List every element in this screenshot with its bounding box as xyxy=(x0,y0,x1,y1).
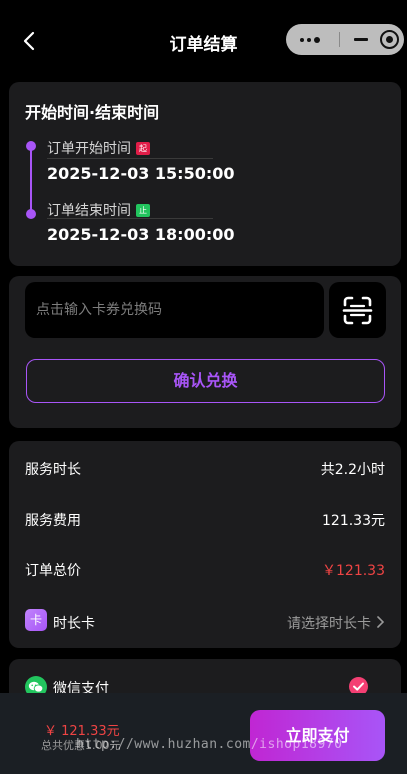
mini-program-capsule xyxy=(286,24,404,55)
start-divider xyxy=(47,158,213,159)
end-tag-badge: 止 xyxy=(136,204,150,217)
capsule-divider xyxy=(339,32,340,47)
timeline-start-dot xyxy=(26,141,36,151)
duration-label: 服务时长 xyxy=(25,462,81,478)
coupon-card: 点击输入卡券兑换码 确认兑换 xyxy=(9,276,401,428)
scan-icon xyxy=(342,296,373,325)
time-card: 开始时间·结束时间 订单开始时间起 2025-12-03 15:50:00 订单… xyxy=(9,82,401,266)
timeline-end-dot xyxy=(26,209,36,219)
total-value: ￥121.33 xyxy=(322,563,385,579)
pay-now-button[interactable]: 立即支付 xyxy=(250,710,385,761)
time-card-label: 时长卡 xyxy=(53,616,95,632)
checkout-bar: ￥ 121.33元 总共优惠1.00元 立即支付 http://www.huzh… xyxy=(0,693,407,774)
time-card-title: 开始时间·结束时间 xyxy=(25,103,160,122)
confirm-redeem-button[interactable]: 确认兑换 xyxy=(26,359,385,403)
end-divider xyxy=(47,218,213,219)
start-time-value: 2025-12-03 15:50:00 xyxy=(47,164,235,183)
time-card-value[interactable]: 请选择时长卡 xyxy=(287,613,371,633)
fee-value: 121.33元 xyxy=(322,513,385,529)
duration-value: 共2.2小时 xyxy=(320,462,385,478)
start-time-label: 订单开始时间起 xyxy=(47,138,150,158)
close-target-icon[interactable] xyxy=(380,30,399,49)
timeline-line xyxy=(30,146,32,214)
end-time-value: 2025-12-03 18:00:00 xyxy=(47,225,235,244)
time-card-icon: 卡 xyxy=(25,609,47,631)
chevron-right-icon xyxy=(377,616,385,628)
start-tag-badge: 起 xyxy=(136,142,150,155)
fee-label: 服务费用 xyxy=(25,513,81,529)
watermark-text: http://www.huzhan.com/ishop18970 xyxy=(76,737,343,752)
navigation-bar: 订单结算 xyxy=(0,0,407,82)
minimize-icon[interactable] xyxy=(350,31,372,47)
end-time-label: 订单结束时间止 xyxy=(47,200,150,220)
order-summary-card: 服务时长 共2.2小时 服务费用 121.33元 订单总价 ￥121.33 卡 … xyxy=(9,441,401,648)
total-label: 订单总价 xyxy=(25,563,81,579)
scan-button[interactable] xyxy=(329,282,386,338)
coupon-code-input[interactable]: 点击输入卡券兑换码 xyxy=(25,282,324,338)
more-dots-icon[interactable] xyxy=(300,37,322,43)
